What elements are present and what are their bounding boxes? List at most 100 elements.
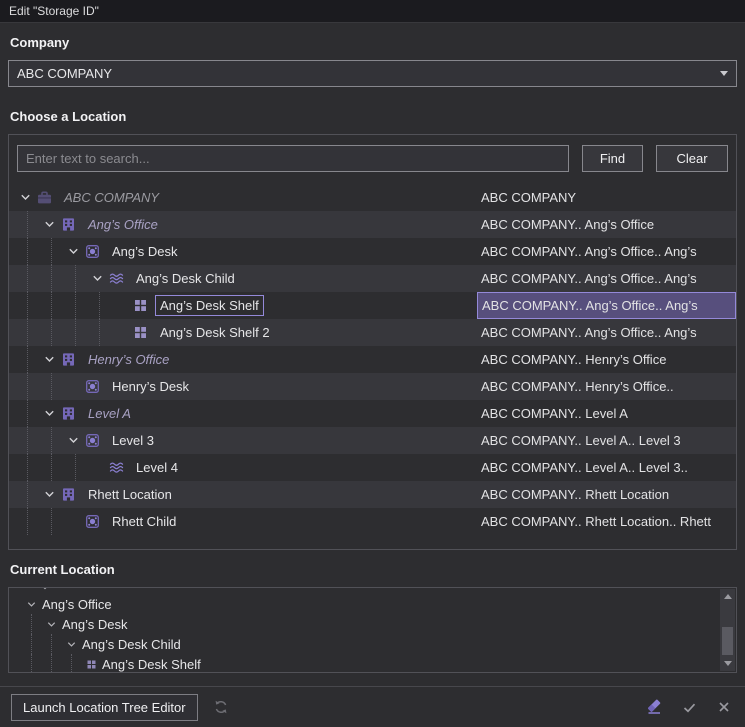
tree-row[interactable]: Level 3 ABC COMPANY.. Level A.. Level 3 <box>9 427 736 454</box>
node-label: Ang’s Desk Shelf 2 <box>155 322 275 343</box>
expand-arrow-icon[interactable] <box>87 265 107 292</box>
indent-guide <box>23 614 43 634</box>
current-location-tree: Ang’s Office Ang’s Desk Ang’s Desk Child… <box>23 594 718 673</box>
node-path: ABC COMPANY.. Level A <box>481 406 628 421</box>
office-icon <box>59 404 78 423</box>
clear-button[interactable]: Clear <box>656 145 728 172</box>
location-section-header: Choose a Location <box>0 97 745 134</box>
scroll-up-icon[interactable] <box>720 589 735 604</box>
company-dropdown[interactable]: ABC COMPANY <box>8 60 737 87</box>
desk-icon <box>83 512 102 531</box>
refresh-icon[interactable] <box>211 697 231 717</box>
title-bar: Edit "Storage ID" <box>0 0 745 23</box>
tree-row[interactable]: Ang’s Desk ABC COMPANY.. Ang’s Office.. … <box>9 238 736 265</box>
indent-guide <box>63 292 87 319</box>
indent-guide <box>15 346 39 373</box>
tree-cell-location: Level 4 <box>9 454 477 481</box>
footer-bar: Launch Location Tree Editor <box>0 686 745 727</box>
eraser-icon[interactable] <box>644 697 664 717</box>
expand-arrow-icon[interactable] <box>43 616 59 632</box>
indent-guide <box>15 454 39 481</box>
wave-icon <box>107 458 126 477</box>
chevron-down-icon[interactable] <box>715 63 733 84</box>
current-tree-row[interactable]: Ang’s Office <box>23 594 718 614</box>
tree-cell-path: ABC COMPANY.. Level A <box>477 400 736 427</box>
expand-arrow-icon[interactable] <box>23 596 39 612</box>
grid-icon <box>83 656 99 672</box>
expand-arrow-icon[interactable] <box>39 211 59 238</box>
close-icon[interactable] <box>714 697 734 717</box>
current-node-label: Ang’s Desk <box>62 617 128 632</box>
scrollbar[interactable] <box>720 589 735 671</box>
node-label: Ang’s Desk Shelf <box>155 295 264 316</box>
launch-tree-editor-button[interactable]: Launch Location Tree Editor <box>11 694 198 721</box>
dialog-body: Company ABC COMPANY Choose a Location Fi… <box>0 23 745 727</box>
indent-guide <box>39 292 63 319</box>
find-button[interactable]: Find <box>582 145 643 172</box>
expand-arrow-icon[interactable] <box>63 636 79 652</box>
indent-guide <box>39 319 63 346</box>
wave-icon <box>107 269 126 288</box>
indent-guide <box>15 211 39 238</box>
node-label: Rhett Child <box>107 511 181 532</box>
tree-row[interactable]: Ang’s Office ABC COMPANY.. Ang’s Office <box>9 211 736 238</box>
node-path: ABC COMPANY.. Ang’s Office.. Ang’s <box>482 298 698 313</box>
expand-arrow-icon[interactable] <box>39 346 59 373</box>
indent-guide <box>23 654 43 673</box>
current-node-label: Ang’s Desk Shelf <box>102 657 201 672</box>
tree-row[interactable]: Level 4 ABC COMPANY.. Level A.. Level 3.… <box>9 454 736 481</box>
scrollbar-track[interactable] <box>720 604 735 656</box>
tree-row[interactable]: Ang’s Desk Child ABC COMPANY.. Ang’s Off… <box>9 265 736 292</box>
indent-guide <box>63 454 87 481</box>
tree-row[interactable]: ABC COMPANY ABC COMPANY <box>9 184 736 211</box>
tree-row[interactable]: Ang’s Desk Shelf ABC COMPANY.. Ang’s Off… <box>9 292 736 319</box>
expand-arrow-icon[interactable] <box>15 184 35 211</box>
tree-cell-location: Henry’s Desk <box>9 373 477 400</box>
expand-arrow-icon[interactable] <box>39 481 59 508</box>
check-icon[interactable] <box>679 697 699 717</box>
tree-cell-location: Ang’s Desk Shelf <box>9 292 477 319</box>
indent-guide <box>63 319 87 346</box>
tree-cell-path: ABC COMPANY.. Rhett Location.. Rhett <box>477 508 736 535</box>
office-icon <box>59 215 78 234</box>
tree-cell-location: Ang’s Desk Child <box>9 265 477 292</box>
tree-row[interactable]: Rhett Location ABC COMPANY.. Rhett Locat… <box>9 481 736 508</box>
current-tree-row[interactable]: Ang’s Desk Child <box>23 634 718 654</box>
node-path: ABC COMPANY.. Rhett Location.. Rhett <box>481 514 711 529</box>
current-node-label: Ang’s Desk Child <box>82 637 181 652</box>
expand-arrow-icon[interactable] <box>63 238 83 265</box>
scroll-down-icon[interactable] <box>720 656 735 671</box>
search-row: Find Clear <box>9 145 736 172</box>
current-tree-row[interactable]: Ang’s Desk <box>23 614 718 634</box>
tree-row[interactable]: Henry’s Desk ABC COMPANY.. Henry’s Offic… <box>9 373 736 400</box>
indent-guide <box>39 238 63 265</box>
indent-guide <box>15 508 39 535</box>
node-label: Henry’s Office <box>83 349 174 370</box>
desk-icon <box>83 431 102 450</box>
search-input[interactable] <box>17 145 569 172</box>
indent-guide <box>15 238 39 265</box>
indent-guide <box>39 508 63 535</box>
indent-guide <box>87 319 111 346</box>
tree-cell-location: Henry’s Office <box>9 346 477 373</box>
current-location-header: Current Location <box>0 550 745 587</box>
scrollbar-thumb[interactable] <box>722 627 733 655</box>
node-path: ABC COMPANY.. Ang’s Office.. Ang’s <box>481 325 697 340</box>
tree-row[interactable]: Rhett Child ABC COMPANY.. Rhett Location… <box>9 508 736 535</box>
expand-arrow-icon[interactable] <box>39 400 59 427</box>
tree-row[interactable]: Ang’s Desk Shelf 2 ABC COMPANY.. Ang’s O… <box>9 319 736 346</box>
indent-guide <box>23 634 43 654</box>
indent-guide <box>39 373 63 400</box>
tree-row[interactable]: Level A ABC COMPANY.. Level A <box>9 400 736 427</box>
node-label: Ang’s Desk <box>107 241 183 262</box>
clipped-tree-row <box>23 588 718 594</box>
expand-arrow-icon[interactable] <box>63 427 83 454</box>
indent-guide <box>87 292 111 319</box>
tree-cell-path: ABC COMPANY.. Level A.. Level 3.. <box>477 454 736 481</box>
tree-cell-path: ABC COMPANY.. Ang’s Office.. Ang’s <box>477 292 736 319</box>
indent-guide <box>15 265 39 292</box>
tree-row[interactable]: Henry’s Office ABC COMPANY.. Henry’s Off… <box>9 346 736 373</box>
tree-cell-path: ABC COMPANY.. Ang’s Office.. Ang’s <box>477 319 736 346</box>
current-tree-row[interactable]: Ang’s Desk Shelf <box>23 654 718 673</box>
node-path: ABC COMPANY <box>481 190 576 205</box>
